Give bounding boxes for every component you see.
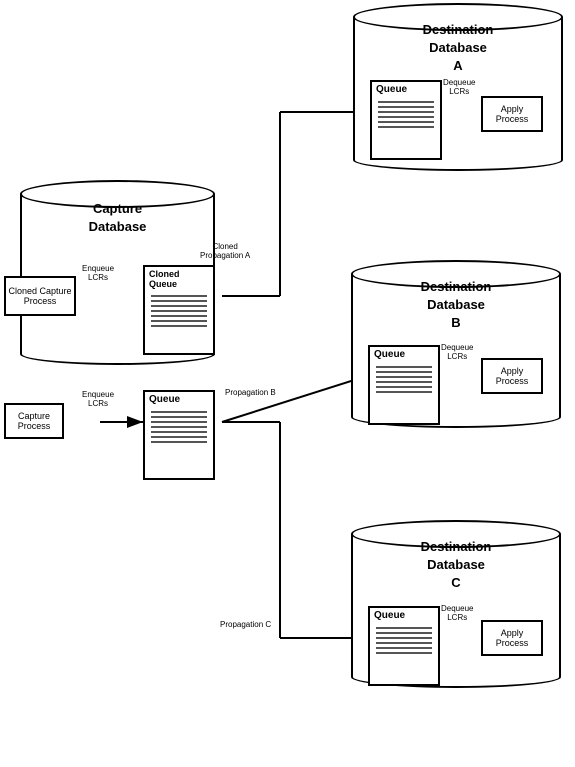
cloned-capture-label: Cloned CaptureProcess [8,286,71,306]
propagation-b-label: Propagation B [225,388,276,397]
capture-queue-doc: Queue [143,390,215,480]
dest-b-queue-doc: Queue [368,345,440,425]
enqueue-lcrs-1-label: EnqueueLCRs [82,264,114,282]
apply-a-label: ApplyProcess [496,104,529,124]
cloned-capture-process: Cloned CaptureProcess [4,276,76,316]
cloned-queue-doc: ClonedQueue [143,265,215,355]
dest-c-queue-label: Queue [370,608,438,623]
diagram: CaptureDatabase DestinationDatabaseA Des… [0,0,575,767]
dest-a-label: DestinationDatabaseA [353,21,563,76]
dest-c-label: DestinationDatabaseC [351,538,561,593]
apply-process-c: ApplyProcess [481,620,543,656]
cloned-queue-label: ClonedQueue [145,267,213,291]
apply-process-b: ApplyProcess [481,358,543,394]
capture-process: CaptureProcess [4,403,64,439]
dest-a-queue-doc: Queue [370,80,442,160]
enqueue-lcrs-2-label: EnqueueLCRs [82,390,114,408]
apply-process-a: ApplyProcess [481,96,543,132]
dest-c-queue-doc: Queue [368,606,440,686]
apply-b-label: ApplyProcess [496,366,529,386]
capture-database-label: CaptureDatabase [20,200,215,236]
propagation-c-label: Propagation C [220,620,271,629]
dest-b-queue-label: Queue [370,347,438,362]
capture-queue-label: Queue [145,392,213,407]
apply-c-label: ApplyProcess [496,628,529,648]
dest-a-queue-label: Queue [372,82,440,97]
dest-b-label: DestinationDatabaseB [351,278,561,333]
dequeue-lcrs-a-label: DequeueLCRs [443,78,475,96]
dequeue-lcrs-b-label: DequeueLCRs [441,343,473,361]
capture-process-label: CaptureProcess [18,411,51,431]
dequeue-lcrs-c-label: DequeueLCRs [441,604,473,622]
cloned-propagation-a-label: ClonedPropagation A [200,242,250,260]
